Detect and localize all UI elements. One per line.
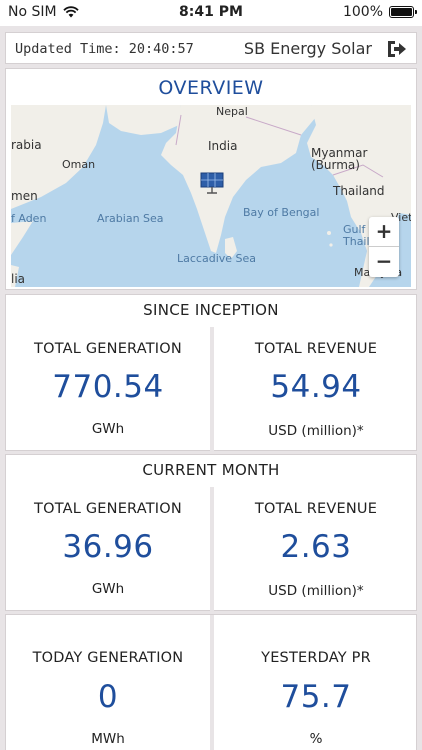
month-generation-label: TOTAL GENERATION [34,501,182,517]
today-generation-value: 0 [97,679,119,715]
battery-group: 100% [342,4,417,20]
inception-revenue-unit: USD (million)* [268,423,364,439]
logout-icon[interactable] [386,39,408,59]
today-generation-tile[interactable]: TODAY GENERATION 0 MWh [6,615,210,750]
month-generation-value: 36.96 [62,529,154,565]
inception-revenue-tile[interactable]: TOTAL REVENUE 54.94 USD (million)* [214,327,418,452]
yesterday-pr-unit: % [309,731,323,747]
inception-generation-tile[interactable]: TOTAL GENERATION 770.54 GWh [6,327,210,452]
month-revenue-unit: USD (million)* [268,583,364,599]
month-generation-unit: GWh [91,581,125,597]
battery-percent: 100% [342,4,383,20]
map-label-burma: (Burma) [311,158,360,172]
inception-generation-label: TOTAL GENERATION [34,341,182,357]
today-generation-label: TODAY GENERATION [32,650,184,666]
overview-title: OVERVIEW [158,77,264,99]
brand-title: SB Energy Solar [243,39,372,58]
month-revenue-label: TOTAL REVENUE [254,501,378,517]
current-month-card: CURRENT MONTH TOTAL GENERATION 36.96 GWh… [5,454,418,612]
map-label-nepal: Nepal [216,105,248,118]
yesterday-pr-value: 75.7 [280,679,352,715]
updated-time: Updated Time: 20:40:57 [15,41,194,57]
plant-map[interactable]: Nepal India Myanmar (Burma) Thailand rab… [11,105,411,287]
map-label-india: India [208,139,238,153]
daily-card: TODAY GENERATION 0 MWh YESTERDAY PR 75.7… [5,614,417,750]
map-label-gulf-of-aden: f Aden [11,212,47,225]
map-label-laccadive-sea: Laccadive Sea [177,252,257,265]
map-zoom-control: + − [369,217,399,277]
inception-revenue-value: 54.94 [270,369,362,405]
map-label-yemen: men [11,189,38,203]
map-label-oman: Oman [62,158,96,171]
month-revenue-tile[interactable]: TOTAL REVENUE 2.63 USD (million)* [214,487,418,612]
month-generation-tile[interactable]: TOTAL GENERATION 36.96 GWh [6,487,210,612]
overview-card: OVERVIEW Nepal India Myanmar (Burma) Tha… [5,68,417,290]
battery-icon [389,6,417,18]
zoom-out-button[interactable]: − [369,247,399,277]
inception-generation-unit: GWh [91,421,125,437]
inception-revenue-label: TOTAL REVENUE [254,341,378,357]
zoom-in-button[interactable]: + [369,217,399,247]
status-bar: No SIM 8:41 PM 100% [0,0,422,26]
map-label-arabian-sea: Arabian Sea [97,212,164,225]
top-bar: Updated Time: 20:40:57 SB Energy Solar [5,32,417,64]
map-label-bay-of-bengal: Bay of Bengal [243,206,320,219]
month-revenue-value: 2.63 [280,529,352,565]
today-generation-unit: MWh [91,731,125,747]
current-month-title: CURRENT MONTH [142,461,280,479]
yesterday-pr-tile[interactable]: YESTERDAY PR 75.7 % [214,615,418,750]
map-label-arabia: rabia [11,138,42,152]
inception-generation-value: 770.54 [52,369,164,405]
since-inception-card: SINCE INCEPTION TOTAL GENERATION 770.54 … [5,294,418,452]
map-label-somalia: lia [11,272,26,286]
since-inception-title: SINCE INCEPTION [143,301,279,319]
map-label-thailand: Thailand [333,184,385,198]
yesterday-pr-label: YESTERDAY PR [261,650,371,666]
